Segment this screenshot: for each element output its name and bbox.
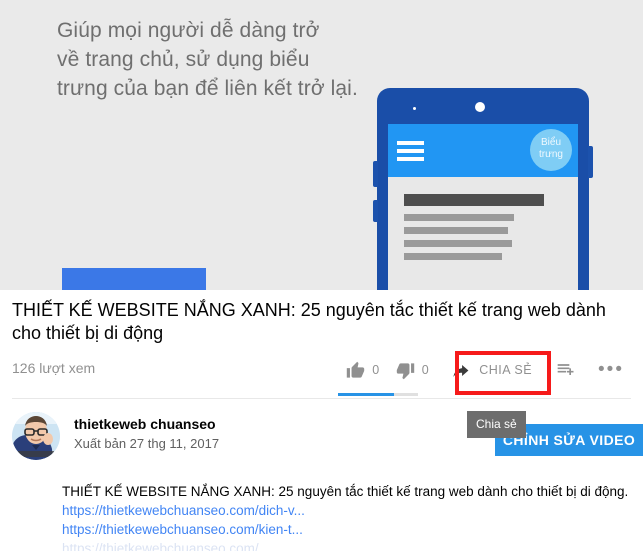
thumbs-up-icon	[346, 361, 365, 380]
placeholder-text-bar	[404, 253, 502, 260]
like-count: 0	[372, 363, 380, 377]
placeholder-text-bar	[404, 227, 508, 234]
phone-camera-dot	[475, 102, 485, 112]
video-meta-section: THIẾT KẾ WEBSITE NẮNG XANH: 25 nguyên tắ…	[0, 290, 643, 396]
illustration-cta-bar	[62, 268, 206, 290]
placeholder-heading-bar	[404, 194, 544, 206]
channel-info-row: thietkeweb chuanseo Xuất bản 27 thg 11, …	[12, 410, 643, 468]
like-ratio-fill	[338, 393, 394, 396]
view-count: 126 lượt xem	[12, 360, 96, 376]
brand-logo-badge: Biểu trưng	[530, 129, 572, 171]
share-button[interactable]: CHIA SẺ	[441, 352, 544, 388]
youtube-watch-page: Giúp mọi người dễ dàng trở về trang chủ,…	[0, 0, 643, 551]
add-to-playlist-icon	[556, 360, 576, 380]
description-link[interactable]: https://thietkewebchuanseo.com/dich-v...	[62, 501, 637, 520]
share-button-label: CHIA SẺ	[479, 363, 533, 377]
description-line: THIẾT KẾ WEBSITE NẮNG XANH: 25 nguyên tắ…	[62, 484, 629, 499]
phone-side-button	[373, 200, 378, 222]
publish-date: Xuất bản 27 thg 11, 2017	[74, 436, 220, 451]
share-tooltip: Chia sẻ	[467, 411, 526, 438]
dislike-count: 0	[421, 363, 430, 377]
phone-illustration: Biểu trưng	[373, 88, 593, 290]
like-button[interactable]: 0	[338, 352, 387, 388]
video-player-stage[interactable]: Giúp mọi người dễ dàng trở về trang chủ,…	[0, 0, 643, 290]
like-ratio-bar	[338, 393, 418, 396]
placeholder-text-bar	[404, 214, 514, 221]
phone-side-button	[373, 161, 378, 187]
phone-side-button	[588, 146, 593, 178]
phone-body: Biểu trưng	[373, 88, 593, 290]
video-action-buttons: 0 0 CHIA SẺ •••	[338, 352, 634, 388]
page-title: THIẾT KẾ WEBSITE NẮNG XANH: 25 nguyên tắ…	[12, 300, 606, 343]
video-description: THIẾT KẾ WEBSITE NẮNG XANH: 25 nguyên tắ…	[62, 482, 637, 551]
phone-app-topbar: Biểu trưng	[388, 124, 578, 177]
thumbs-down-icon	[396, 361, 415, 380]
logo-badge-line2: trưng	[539, 149, 563, 160]
more-actions-button[interactable]: •••	[588, 352, 634, 388]
phone-sensor-dot	[413, 107, 416, 110]
description-link[interactable]: https://thietkewebchuanseo.com/kien-t...	[62, 520, 637, 539]
channel-name[interactable]: thietkeweb chuanseo	[74, 416, 216, 432]
placeholder-text-bar	[404, 240, 512, 247]
save-to-playlist-button[interactable]	[544, 352, 588, 388]
more-dots-icon: •••	[598, 359, 624, 380]
dislike-button[interactable]: 0	[388, 352, 437, 388]
hamburger-menu-icon	[397, 141, 424, 162]
avatar[interactable]	[12, 412, 60, 460]
video-caption-text: Giúp mọi người dễ dàng trở về trang chủ,…	[57, 19, 358, 100]
description-link-truncated[interactable]: https://thietkewebchuanseo.com/...	[62, 539, 637, 551]
logo-badge-line1: Biểu	[540, 137, 561, 148]
stats-and-actions-row: 126 lượt xem 0 0 CHIA SẺ •••	[12, 350, 631, 396]
share-arrow-icon	[451, 361, 470, 380]
section-divider	[12, 398, 631, 399]
phone-screen: Biểu trưng	[388, 124, 578, 290]
